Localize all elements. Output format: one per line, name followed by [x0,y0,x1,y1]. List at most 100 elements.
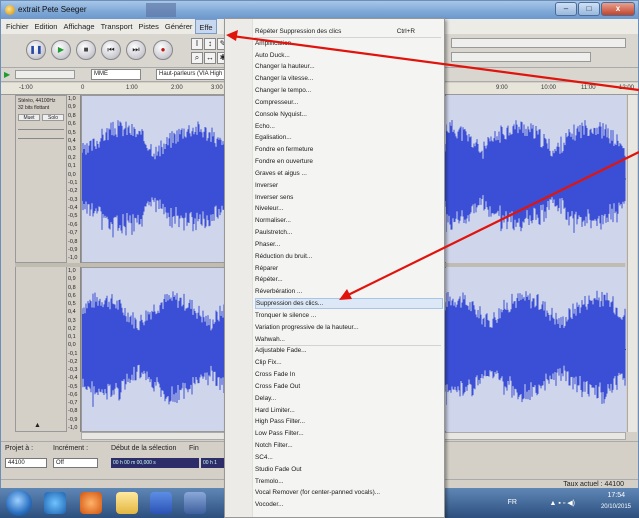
effect-menu-item[interactable]: Inverser sens [255,192,443,203]
zoom-tool-icon[interactable]: ⌕ [191,52,203,64]
effect-menu-item[interactable]: Niveleur... [255,203,443,214]
effect-menu-item[interactable]: Amplification... [255,38,443,49]
waveform-left-visible[interactable] [446,95,626,263]
effect-menu-item[interactable]: Réparer [255,263,443,274]
effect-menu-item[interactable]: Changer le tempo... [255,85,443,96]
gain-slider[interactable] [18,124,64,130]
effect-menu-item[interactable]: Répéter... [255,274,443,285]
effect-menu-item[interactable]: Suppression des clics... [255,298,443,310]
menu-effect[interactable]: Effe [195,19,217,34]
effect-menu-item[interactable]: Echo... [255,121,443,132]
timeshift-tool-icon[interactable]: ↔ [204,52,216,64]
waveform-path [446,290,626,405]
folder-icon[interactable] [116,492,138,514]
effect-menu-item[interactable]: Tronquer le silence ... [255,310,443,321]
record-button[interactable]: ● [153,40,173,60]
output-device-select[interactable]: Haut-parleurs (VIA High [156,69,226,80]
host-select[interactable]: MME [91,69,141,80]
track-bitdepth: 32 bits flottant [18,105,50,111]
menu-edit[interactable]: Edition [32,19,61,34]
effect-menu-item[interactable]: Console Nyquist... [255,109,443,120]
waveform-right-visible[interactable] [446,267,626,432]
vertical-scrollbar[interactable] [627,95,637,432]
maximize-button[interactable]: □ [578,2,600,16]
scale-label: -0,8 [68,238,78,245]
project-rate-select[interactable]: 44100 [5,458,47,468]
skip-end-button[interactable]: ⏭ [126,40,146,60]
effect-menu-item[interactable]: SC4... [255,452,443,463]
firefox-icon[interactable] [80,492,102,514]
menu-view[interactable]: Affichage [60,19,97,34]
playback-meter[interactable] [451,38,626,48]
effect-menu-item[interactable]: Compresseur... [255,97,443,108]
language-indicator[interactable]: FR [508,499,517,506]
effect-menu-item[interactable]: Studio Fade Out [255,464,443,475]
scale-label: -0,7 [68,230,78,237]
minimize-button[interactable]: – [555,2,577,16]
close-button[interactable]: x [601,2,635,16]
effect-menu-item[interactable]: Variation progressive de la hauteur... [255,322,443,333]
effect-menu-item[interactable]: Cross Fade In [255,369,443,380]
envelope-tool-icon[interactable]: ↕ [204,38,216,50]
effect-menu-item[interactable]: Changer la vitesse... [255,73,443,84]
menu-transport[interactable]: Transport [98,19,136,34]
effect-menu-item[interactable]: Wahwah... [255,334,443,345]
effect-menu-item[interactable]: Réduction du bruit... [255,251,443,262]
effect-menu-item-label: Echo... [255,122,275,130]
effect-menu-item[interactable]: Fondre en fermeture [255,144,443,155]
outlook-icon[interactable] [150,492,172,514]
effect-menu-item[interactable]: Changer la hauteur... [255,61,443,72]
pan-slider[interactable] [18,133,64,139]
effect-menu-item[interactable]: Vocal Remover (for center-panned vocals)… [255,487,443,498]
clock-date[interactable]: 20/10/2015 [601,504,631,510]
effect-menu-item[interactable]: Répéter Suppression des clics Ctrl+R [255,26,443,37]
menu-file[interactable]: Fichier [3,19,32,34]
scale-label: -0,3 [68,196,78,203]
pause-button[interactable]: ❚❚ [26,40,46,60]
effect-menu-item[interactable]: Auto Duck... [255,50,443,61]
effect-menu-item-label: Console Nyquist... [255,110,307,118]
clock-time[interactable]: 17:54 [607,492,625,499]
selection-tool-icon[interactable]: I [191,38,203,50]
app-icon[interactable] [184,492,206,514]
track-control-panel-2[interactable]: ▲ [15,267,67,432]
effect-menu-item[interactable]: Notch Filter... [255,440,443,451]
effect-menu-item[interactable]: Vocoder... [255,499,443,510]
volume-slider[interactable] [15,70,75,79]
effect-menu-item[interactable]: Fondre en ouverture [255,156,443,167]
play-small-icon[interactable]: ▶ [4,70,10,79]
snap-select[interactable]: Off [53,458,98,468]
effect-menu-item[interactable]: Adjustable Fade... [255,345,443,356]
track-control-panel[interactable]: Stéréo, 44100Hz 32 bits flottant Muet So… [15,95,67,263]
play-button[interactable]: ▶ [51,40,71,60]
effect-menu-item[interactable]: High Pass Filter... [255,416,443,427]
collapse-arrow-icon[interactable]: ▲ [34,422,41,429]
ie-icon[interactable] [44,492,66,514]
selection-end-radio[interactable]: Fin [189,445,199,452]
effect-menu-item[interactable]: Tremolo... [255,476,443,487]
effect-menu-item[interactable]: Delay... [255,393,443,404]
skip-start-button[interactable]: ⏮ [101,40,121,60]
effect-menu-item[interactable]: Graves et aigus ... [255,168,443,179]
start-button[interactable] [6,490,32,516]
effect-menu-item[interactable]: Hard Limiter... [255,405,443,416]
selection-start-time[interactable]: 00 h 00 m 00,000 s [111,458,199,468]
effect-menu-item-label: Tronquer le silence ... [255,311,317,319]
menu-generate[interactable]: Générer [162,19,196,34]
mute-button[interactable]: Muet [18,114,40,121]
effect-menu-item[interactable]: Clip Fix... [255,357,443,368]
scale-label: 0,5 [68,301,76,307]
effect-menu-item[interactable]: Phaser... [255,239,443,250]
tray-icons[interactable]: ▲ ▪ ▫ ◀) [550,499,575,507]
effect-menu-item[interactable]: Réverbération ... [255,286,443,297]
effect-menu-item-label: Graves et aigus ... [255,169,307,177]
stop-button[interactable]: ■ [76,40,96,60]
menu-tracks[interactable]: Pistes [135,19,161,34]
solo-button[interactable]: Solo [42,114,64,121]
effect-menu-item[interactable]: Normaliser... [255,215,443,226]
effect-menu-item[interactable]: Egalisation... [255,132,443,143]
effect-menu-item[interactable]: Paulstretch... [255,227,443,238]
effect-menu-item[interactable]: Cross Fade Out [255,381,443,392]
effect-menu-item[interactable]: Inverser [255,180,443,191]
effect-menu-item[interactable]: Low Pass Filter... [255,428,443,439]
